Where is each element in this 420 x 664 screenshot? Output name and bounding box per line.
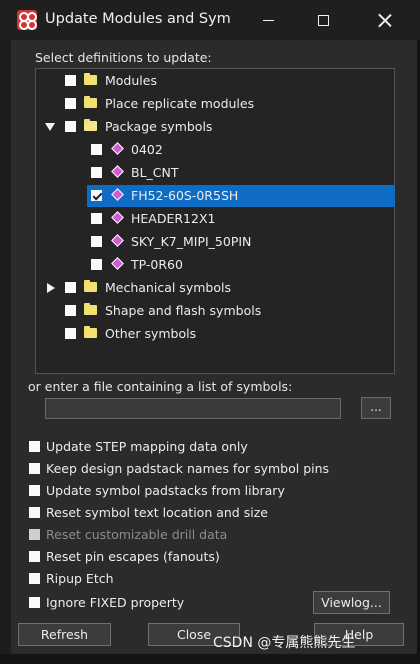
tree-item[interactable]: Package symbols bbox=[36, 116, 394, 138]
tree-item-label: 0402 bbox=[131, 142, 163, 157]
symbol-icon bbox=[110, 188, 123, 201]
symbol-icon bbox=[110, 165, 123, 178]
chevron-down-icon[interactable] bbox=[45, 123, 55, 131]
option-row[interactable]: Ripup Etch bbox=[29, 569, 329, 589]
watermark: CSDN @专属熊熊先生 bbox=[213, 635, 356, 651]
tree-item-checkbox[interactable] bbox=[65, 305, 76, 316]
folder-open-icon bbox=[84, 119, 97, 131]
option-row: Reset customizable drill data bbox=[29, 525, 329, 545]
option-row[interactable]: Keep design padstack names for symbol pi… bbox=[29, 459, 329, 479]
minimize-icon bbox=[262, 19, 274, 21]
option-label: Update symbol padstacks from library bbox=[46, 483, 285, 498]
window-edge-bottom bbox=[0, 654, 420, 664]
viewlog-button[interactable]: Viewlog... bbox=[313, 591, 390, 614]
tree-item-label: Mechanical symbols bbox=[105, 280, 231, 295]
tree-item[interactable]: Modules bbox=[36, 70, 394, 92]
tree-item-label: Other symbols bbox=[105, 326, 197, 341]
tree-item-label: FH52-60S-0R5SH bbox=[131, 188, 239, 203]
symbol-icon bbox=[110, 211, 123, 224]
symbol-icon bbox=[110, 142, 123, 155]
file-list-label: or enter a file containing a list of sym… bbox=[28, 379, 293, 394]
option-checkbox[interactable] bbox=[29, 441, 40, 452]
tree-item[interactable]: Place replicate modules bbox=[36, 93, 394, 115]
tree-item-checkbox[interactable] bbox=[91, 190, 102, 201]
maximize-button[interactable] bbox=[300, 0, 346, 40]
option-row[interactable]: Reset pin escapes (fanouts) bbox=[29, 547, 329, 567]
minimize-button[interactable] bbox=[245, 0, 291, 40]
folder-icon bbox=[84, 303, 97, 315]
folder-icon bbox=[84, 280, 97, 292]
tree-item-checkbox[interactable] bbox=[91, 144, 102, 155]
option-row[interactable]: Update STEP mapping data only bbox=[29, 437, 329, 457]
folder-icon bbox=[84, 73, 97, 85]
symbol-list-file-input[interactable] bbox=[45, 398, 341, 419]
tree-item-label: Modules bbox=[105, 73, 157, 88]
option-label: Reset customizable drill data bbox=[46, 527, 228, 542]
option-row[interactable]: Ignore FIXED property bbox=[29, 593, 329, 613]
refresh-button[interactable]: Refresh bbox=[18, 623, 111, 646]
tree-item-checkbox[interactable] bbox=[65, 121, 76, 132]
option-checkbox bbox=[29, 529, 40, 540]
tree-item[interactable]: HEADER12X1 bbox=[36, 208, 394, 230]
browse-button[interactable]: ... bbox=[361, 397, 391, 419]
close-icon bbox=[378, 14, 391, 27]
tree-item[interactable]: Mechanical symbols bbox=[36, 277, 394, 299]
option-label: Reset pin escapes (fanouts) bbox=[46, 549, 220, 564]
tree-item-checkbox[interactable] bbox=[91, 236, 102, 247]
tree-item[interactable]: Other symbols bbox=[36, 323, 394, 345]
option-checkbox[interactable] bbox=[29, 551, 40, 562]
option-label: Ignore FIXED property bbox=[46, 595, 185, 610]
tree-item-label: TP-0R60 bbox=[131, 257, 183, 272]
tree-item-label: BL_CNT bbox=[131, 165, 179, 180]
folder-icon bbox=[84, 326, 97, 338]
option-label: Reset symbol text location and size bbox=[46, 505, 268, 520]
symbol-icon bbox=[110, 257, 123, 270]
tree-item-checkbox[interactable] bbox=[65, 328, 76, 339]
title-bar: Update Modules and Sym... bbox=[0, 0, 420, 40]
tree-item-checkbox[interactable] bbox=[91, 213, 102, 224]
option-checkbox[interactable] bbox=[29, 507, 40, 518]
tree-item-checkbox[interactable] bbox=[65, 98, 76, 109]
tree-item[interactable]: BL_CNT bbox=[36, 162, 394, 184]
window-title: Update Modules and Sym... bbox=[45, 11, 230, 27]
folder-icon bbox=[84, 96, 97, 108]
option-row[interactable]: Update symbol padstacks from library bbox=[29, 481, 329, 501]
tree-item[interactable]: SKY_K7_MIPI_50PIN bbox=[36, 231, 394, 253]
tree-item-checkbox[interactable] bbox=[65, 282, 76, 293]
option-row[interactable]: Reset symbol text location and size bbox=[29, 503, 329, 523]
tree-item-checkbox[interactable] bbox=[65, 75, 76, 86]
chevron-right-icon[interactable] bbox=[47, 283, 55, 293]
tree-item[interactable]: Shape and flash symbols bbox=[36, 300, 394, 322]
option-label: Keep design padstack names for symbol pi… bbox=[46, 461, 330, 476]
symbol-icon bbox=[110, 234, 123, 247]
tree-item-checkbox[interactable] bbox=[91, 259, 102, 270]
tree-item-label: SKY_K7_MIPI_50PIN bbox=[131, 234, 252, 249]
definitions-tree[interactable]: Modules Place replicate modules Package sy… bbox=[35, 68, 395, 374]
select-definitions-label: Select definitions to update: bbox=[35, 50, 212, 65]
tree-item-checkbox[interactable] bbox=[91, 167, 102, 178]
tree-item-label: Package symbols bbox=[105, 119, 213, 134]
tree-item[interactable]: TP-0R60 bbox=[36, 254, 394, 276]
option-checkbox[interactable] bbox=[29, 573, 40, 584]
maximize-icon bbox=[317, 14, 329, 26]
option-label: Ripup Etch bbox=[46, 571, 114, 586]
option-checkbox[interactable] bbox=[29, 597, 40, 608]
tree-item-label: Shape and flash symbols bbox=[105, 303, 262, 318]
close-window-button[interactable] bbox=[361, 0, 407, 40]
app-icon bbox=[17, 10, 37, 30]
option-label: Update STEP mapping data only bbox=[46, 439, 248, 454]
option-checkbox[interactable] bbox=[29, 463, 40, 474]
tree-item[interactable]: 0402 bbox=[36, 139, 394, 161]
option-checkbox[interactable] bbox=[29, 485, 40, 496]
tree-item-label: Place replicate modules bbox=[105, 96, 255, 111]
tree-item[interactable]: FH52-60S-0R5SH bbox=[36, 185, 395, 207]
tree-item-label: HEADER12X1 bbox=[131, 211, 216, 226]
